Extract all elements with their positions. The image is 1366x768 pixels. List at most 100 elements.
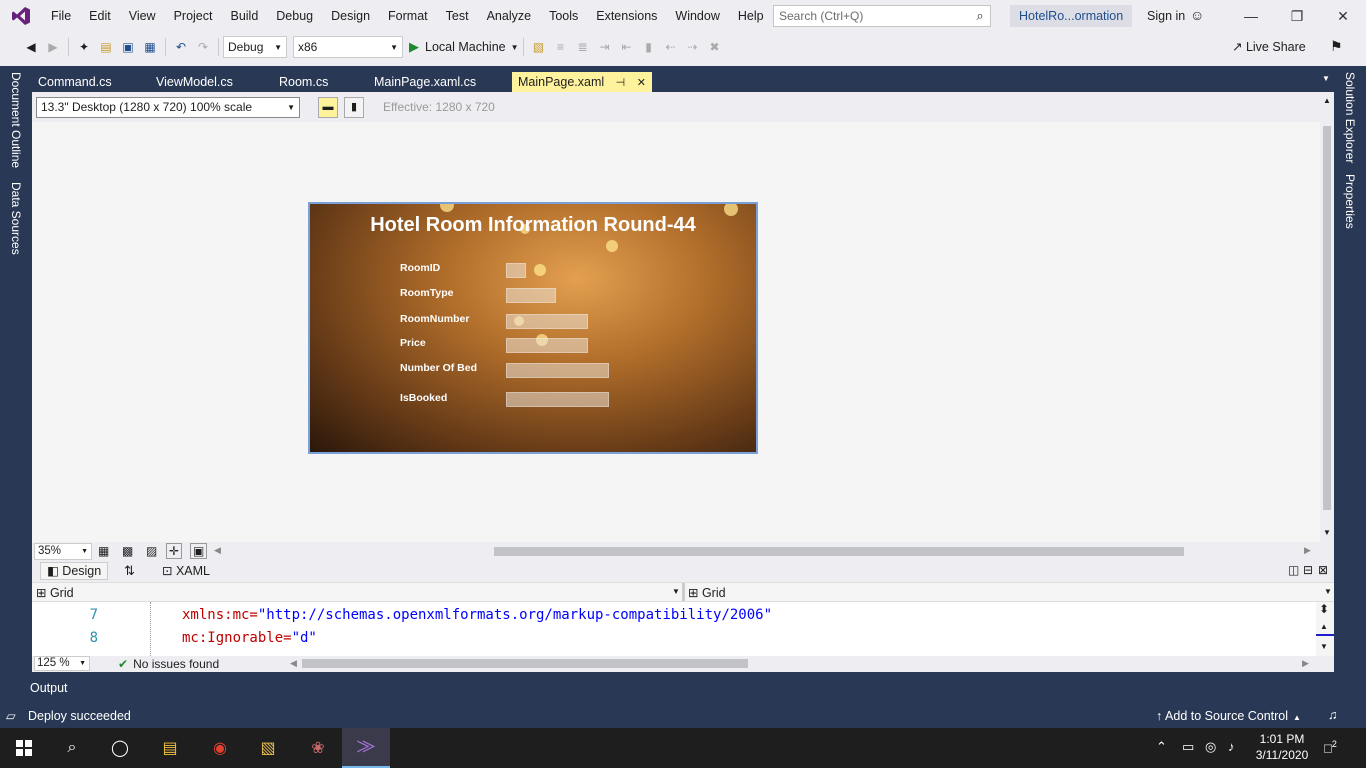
scroll-down-icon[interactable]: ▼: [1320, 642, 1328, 651]
scroll-up-icon[interactable]: ▲: [1323, 96, 1331, 105]
properties-tab[interactable]: Properties: [1343, 174, 1357, 229]
clear-bookmarks-icon[interactable]: ✖: [706, 38, 724, 56]
paint-app-icon[interactable]: ❀: [294, 728, 342, 768]
find-icon[interactable]: ▧: [530, 38, 548, 56]
scroll-thumb[interactable]: [1323, 126, 1331, 510]
textbox-price[interactable]: [506, 338, 588, 353]
textbox-isbooked[interactable]: [506, 392, 609, 407]
tab-mainpage-xaml[interactable]: MainPage.xaml ⊣ ✕: [512, 72, 652, 92]
split-editor-icon[interactable]: ⬍: [1319, 602, 1329, 616]
configuration-select[interactable]: Debug ▼: [223, 36, 287, 58]
landscape-icon[interactable]: ▬: [318, 97, 338, 118]
windows-start-icon[interactable]: [0, 728, 48, 768]
chevron-down-icon[interactable]: ▼: [1324, 587, 1332, 596]
network-globe-icon[interactable]: ◎: [1205, 739, 1216, 755]
outdent-icon[interactable]: ⇤: [618, 38, 636, 56]
project-code-icon[interactable]: ▣: [190, 543, 208, 559]
artboard-background-icon[interactable]: ▨: [146, 544, 157, 558]
solution-explorer-tab[interactable]: Solution Explorer: [1343, 72, 1357, 163]
editor-zoom-select[interactable]: 125 % ▼: [34, 656, 90, 671]
scroll-left-icon[interactable]: ◀: [214, 545, 221, 556]
bookmark-icon[interactable]: ▮: [640, 38, 658, 56]
code-line[interactable]: mc:Ignorable="d": [182, 630, 317, 646]
xaml-code-editor[interactable]: 7 xmlns:mc="http://schemas.openxmlformat…: [32, 602, 1316, 656]
live-share-button[interactable]: ↗ Live Share: [1232, 32, 1306, 62]
horizontal-split-icon[interactable]: ⊟: [1303, 563, 1313, 577]
tab-viewmodel-cs[interactable]: ViewModel.cs: [150, 72, 239, 92]
snap-lines-icon[interactable]: ✛: [166, 543, 183, 559]
search-icon[interactable]: ⌕: [970, 8, 990, 24]
tab-room-cs[interactable]: Room.cs: [273, 72, 334, 92]
chrome-icon[interactable]: ◉: [196, 728, 244, 768]
portrait-icon[interactable]: ▮: [344, 97, 364, 118]
textbox-roomnumber[interactable]: [506, 314, 588, 329]
menu-help[interactable]: Help: [729, 0, 773, 32]
menu-view[interactable]: View: [120, 0, 165, 32]
account-icon[interactable]: ☺: [1190, 7, 1204, 23]
menu-edit[interactable]: Edit: [80, 0, 120, 32]
code-line[interactable]: xmlns:mc="http://schemas.openxmlformats.…: [182, 607, 772, 623]
project-title-badge[interactable]: HotelRo...ormation: [1010, 5, 1133, 27]
taskbar-clock[interactable]: 1:01 PM 3/11/2020: [1250, 731, 1314, 763]
menu-project[interactable]: Project: [165, 0, 222, 32]
swap-panes-icon[interactable]: ⇅: [124, 563, 135, 579]
design-canvas[interactable]: Hotel Room Information Round-44 RoomID R…: [32, 122, 1318, 542]
tab-overflow-chevron-down-icon[interactable]: ▼: [1322, 74, 1330, 83]
pin-icon[interactable]: ⊣: [616, 73, 626, 93]
code-vertical-scrollbar[interactable]: ⬍ ▲ ▼: [1316, 602, 1334, 656]
sign-in-link[interactable]: Sign in: [1147, 0, 1185, 32]
app-artboard[interactable]: Hotel Room Information Round-44 RoomID R…: [308, 202, 758, 454]
menu-build[interactable]: Build: [221, 0, 267, 32]
volume-icon[interactable]: ♪: [1228, 739, 1235, 754]
menu-test[interactable]: Test: [437, 0, 478, 32]
scroll-down-icon[interactable]: ▼: [1323, 528, 1331, 537]
grid-breadcrumb-right[interactable]: ⊞ Grid: [688, 585, 726, 600]
designer-vertical-scrollbar[interactable]: ▲ ▼: [1320, 92, 1334, 542]
menu-tools[interactable]: Tools: [540, 0, 587, 32]
undo-icon[interactable]: ↶: [172, 38, 190, 56]
align-left-icon[interactable]: ≡: [552, 38, 570, 56]
textbox-number-of-bed[interactable]: [506, 363, 609, 378]
menu-window[interactable]: Window: [666, 0, 728, 32]
open-file-icon[interactable]: ▤: [97, 38, 115, 56]
folder-app-icon[interactable]: ▧: [244, 728, 292, 768]
save-icon[interactable]: ▣: [119, 38, 137, 56]
prev-bookmark-icon[interactable]: ⇠: [662, 38, 680, 56]
platform-select[interactable]: x86 ▼: [293, 36, 403, 58]
tab-command-cs[interactable]: Command.cs: [32, 72, 118, 92]
close-window-icon[interactable]: ✕: [1320, 0, 1366, 32]
collapse-pane-icon[interactable]: ⊠: [1318, 563, 1328, 577]
textbox-roomtype[interactable]: [506, 288, 556, 303]
taskbar-search-icon[interactable]: ⌕: [48, 728, 96, 768]
designer-horizontal-scroll-thumb[interactable]: [494, 547, 1184, 556]
new-project-icon[interactable]: ✦: [75, 38, 93, 56]
action-center-icon[interactable]: □2: [1324, 739, 1337, 755]
redo-icon[interactable]: ↷: [194, 38, 212, 56]
visual-studio-taskbar-icon[interactable]: ⨠: [342, 728, 390, 768]
issues-indicator[interactable]: ✔ No issues found: [118, 656, 219, 672]
scroll-left-icon[interactable]: ◀: [290, 658, 297, 669]
splitter[interactable]: [682, 583, 685, 601]
task-view-icon[interactable]: ◯: [96, 728, 144, 768]
data-sources-tab[interactable]: Data Sources: [9, 182, 23, 255]
scroll-right-icon[interactable]: ▶: [1302, 658, 1309, 669]
grid-breadcrumb-left[interactable]: ⊞ Grid: [36, 585, 74, 600]
menu-analyze[interactable]: Analyze: [478, 0, 540, 32]
file-explorer-icon[interactable]: ▤: [146, 728, 194, 768]
output-tab[interactable]: Output: [30, 681, 68, 695]
save-all-icon[interactable]: ▦: [141, 38, 159, 56]
vertical-split-icon[interactable]: ◫: [1288, 563, 1299, 577]
code-horizontal-scroll-thumb[interactable]: [302, 659, 748, 668]
scroll-right-icon[interactable]: ▶: [1304, 545, 1311, 556]
menu-debug[interactable]: Debug: [267, 0, 322, 32]
restore-icon[interactable]: ❐: [1274, 0, 1320, 32]
snap-grid-icon[interactable]: ▩: [122, 544, 133, 558]
notification-bell-icon[interactable]: ♫: [1328, 708, 1337, 722]
feedback-icon[interactable]: ⚑: [1330, 38, 1343, 55]
back-icon[interactable]: ◀: [22, 38, 40, 56]
indent-icon[interactable]: ⇥: [596, 38, 614, 56]
menu-file[interactable]: File: [42, 0, 80, 32]
forward-icon[interactable]: ▶: [44, 38, 62, 56]
textbox-roomid[interactable]: [506, 263, 526, 278]
search-input[interactable]: Search (Ctrl+Q) ⌕: [773, 5, 991, 27]
